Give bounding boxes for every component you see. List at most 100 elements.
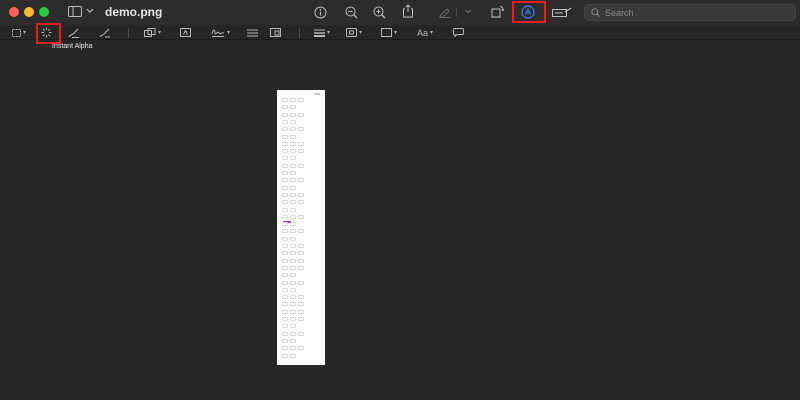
page-thumbnail-row (282, 112, 308, 117)
page-thumbnail-cell (282, 324, 288, 329)
page-thumbnail-cell (282, 265, 288, 270)
page-thumbnail-cell (290, 200, 296, 205)
chevron-down-icon[interactable]: ▾ (430, 29, 433, 36)
page-thumbnail-row (282, 244, 308, 248)
page-thumbnail-row (282, 119, 308, 124)
page-thumbnail-cell (298, 163, 304, 168)
page-thumbnail-cell (282, 302, 288, 307)
page-thumbnail-cell (290, 353, 296, 358)
toolbar-divider (456, 8, 457, 17)
page-thumbnail-cell (298, 112, 304, 117)
annotate-icon[interactable] (552, 7, 572, 18)
sign-tool[interactable]: ▾ (211, 25, 230, 40)
page-thumbnail-row (282, 127, 308, 132)
page-thumbnail-row (282, 287, 308, 292)
page-thumbnail-cell (282, 105, 288, 110)
page-thumbnail-cell (282, 119, 288, 124)
page-thumbnail-cell (282, 185, 288, 190)
page-thumbnail-cell (282, 258, 288, 263)
page-thumbnail-cell (290, 149, 296, 154)
page-thumbnail-cell (290, 324, 296, 329)
text-tool[interactable] (180, 25, 191, 40)
page-thumbnail-cell (290, 331, 296, 336)
shape-style-tool[interactable]: ▾ (314, 25, 330, 40)
page-thumbnail-row (282, 207, 308, 212)
page-thumbnail-cell (290, 338, 296, 343)
annotate-tool[interactable] (453, 25, 464, 40)
chevron-down-icon[interactable] (86, 8, 94, 14)
page-thumbnail-cell (298, 258, 304, 263)
chevron-down-icon[interactable]: ▾ (23, 29, 26, 36)
signature-icon (211, 29, 225, 37)
page-thumbnail-row (282, 273, 308, 278)
draw-tool[interactable] (99, 25, 111, 40)
text-style-tool[interactable]: Aa ▾ (417, 25, 433, 40)
document-page[interactable] (277, 90, 325, 365)
shapes-icon (144, 28, 156, 37)
page-thumbnail-cell (290, 134, 296, 139)
page-thumbnail-row (282, 149, 308, 154)
shapes-tool[interactable]: ▾ (144, 25, 161, 40)
fill-color-icon (381, 28, 392, 37)
page-thumbnail-cell (298, 295, 304, 300)
zoom-in-icon[interactable] (373, 6, 386, 19)
markup-toolbar: ▾ ▾ ▾ ▾ ▾ ▾ Aa ▾ (0, 25, 800, 40)
chevron-down-icon[interactable]: ▾ (158, 29, 161, 36)
page-thumbnail-cell (298, 265, 304, 270)
chevron-down-icon[interactable]: ▾ (327, 29, 330, 36)
title-bar: demo.png (0, 0, 800, 25)
close-window-button[interactable] (9, 7, 19, 17)
minimize-window-button[interactable] (24, 7, 34, 17)
page-thumbnail-cell (298, 149, 304, 154)
page-thumbnail-cell (282, 192, 288, 197)
page-thumbnail-cell (290, 207, 296, 212)
adjust-size-tool[interactable] (270, 25, 281, 40)
highlight-icon[interactable] (438, 6, 451, 18)
page-thumbnail-row (282, 324, 308, 329)
zoom-out-icon[interactable] (345, 6, 358, 19)
page-thumbnail-cell (282, 331, 288, 336)
border-color-tool[interactable]: ▾ (346, 25, 362, 40)
adjust-color-tool[interactable] (247, 25, 258, 40)
rotate-icon[interactable] (491, 5, 505, 18)
page-thumbnail-row (282, 302, 308, 307)
search-field[interactable] (584, 4, 796, 21)
info-icon[interactable] (314, 6, 327, 19)
page-thumbnail-cell (290, 317, 296, 321)
fill-color-tool[interactable]: ▾ (381, 25, 397, 40)
adjust-color-icon (247, 29, 258, 36)
page-thumbnail-row (282, 236, 308, 241)
page-thumbnail-cell (290, 302, 296, 307)
page-thumbnail-cell (282, 98, 288, 102)
chevron-down-icon[interactable]: ▾ (227, 29, 230, 36)
chevron-down-icon[interactable] (465, 9, 472, 14)
page-thumbnail-row (282, 265, 308, 270)
page-thumbnail-row (282, 200, 308, 205)
page-thumbnail-cell (290, 119, 296, 124)
page-thumbnail-cell (290, 178, 296, 183)
selection-tool[interactable]: ▾ (12, 25, 26, 40)
chevron-down-icon[interactable]: ▾ (359, 29, 362, 36)
toolbar-divider (128, 28, 129, 38)
page-thumbnail-cell (282, 156, 288, 161)
page-thumbnail-cell (290, 244, 296, 248)
page-thumbnail-cell (290, 105, 296, 110)
chevron-down-icon[interactable]: ▾ (394, 29, 397, 36)
sketch-tool[interactable] (68, 25, 80, 40)
page-thumbnail-row (282, 346, 308, 351)
page-thumbnail-cell (290, 258, 296, 263)
page-thumbnail-cell (298, 200, 304, 205)
share-icon[interactable] (402, 4, 414, 18)
page-thumbnail-cell (290, 236, 296, 241)
sidebar-icon[interactable] (68, 6, 82, 17)
page-thumbnail-cell (282, 178, 288, 183)
page-thumbnail-cell (282, 338, 288, 343)
page-thumbnail-row (282, 105, 308, 110)
page-thumbnail-cell (282, 244, 288, 248)
text-style-label: Aa (417, 27, 429, 38)
page-thumbnail-row (282, 141, 308, 146)
search-input[interactable] (605, 7, 785, 18)
page-thumbnail-cell (282, 141, 288, 146)
page-thumbnail-cell (290, 229, 296, 234)
maximize-window-button[interactable] (39, 7, 49, 17)
